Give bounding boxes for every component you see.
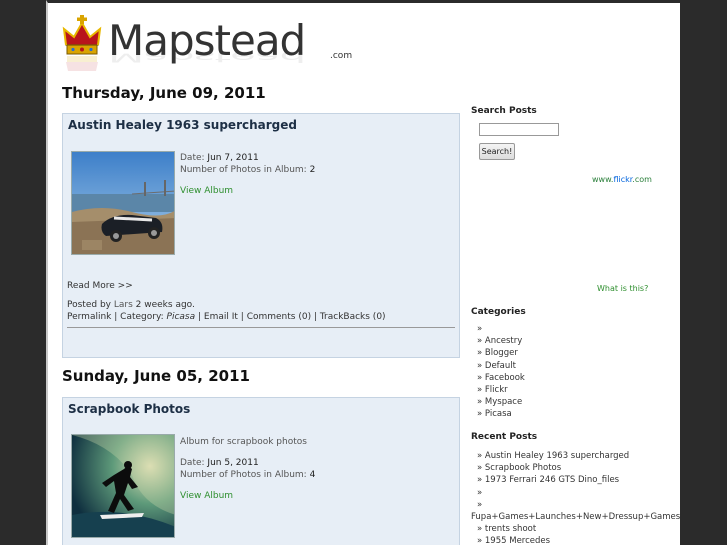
posted-by-label: Posted by [67,300,111,310]
album-meta: Date: Jun 5, 2011 Number of Photos in Al… [180,457,315,481]
album-thumbnail[interactable] [71,151,175,255]
recent-post-item[interactable]: » Austin Healey 1963 supercharged [477,450,680,462]
album-meta: Date: Jun 7, 2011 Number of Photos in Al… [180,152,315,176]
album-thumbnail[interactable] [71,434,175,538]
logo-reflection: Mapstead [108,48,306,66]
crown-icon [62,15,102,77]
recent-post-item[interactable]: Fupa+Games+Launches+New+Dressup+Games+an… [471,511,680,523]
search-button[interactable]: Search! [479,143,515,160]
comments-link[interactable]: Comments (0) [247,312,311,322]
album-date: Jun 7, 2011 [207,153,259,163]
flickr-com: .com [632,175,652,184]
post: Scrapbook Photos Album for scrapbook pho… [62,397,460,545]
read-more-link[interactable]: Read More >> [67,280,133,292]
post-divider [67,327,455,328]
page: Mapstead Mapstead .com Thursday, June 09… [46,0,680,545]
recent-posts-list: » Austin Healey 1963 supercharged » Scra… [471,450,680,545]
category-item[interactable]: » [477,323,525,335]
recent-post-item[interactable]: » [477,487,680,499]
permalink-link[interactable]: Permalink [67,312,111,322]
search-input[interactable] [479,123,559,136]
photos-label: Number of Photos in Album: [180,165,307,175]
post-title[interactable]: Scrapbook Photos [68,402,190,416]
trackbacks-link[interactable]: TrackBacks (0) [320,312,386,322]
date-label: Date: [180,153,205,163]
view-album-link[interactable]: View Album [180,490,233,502]
photos-label: Number of Photos in Album: [180,470,307,480]
date-label: Date: [180,458,205,468]
category-item[interactable]: » Blogger [477,347,525,359]
category-item[interactable]: » Flickr [477,384,525,396]
photo-count: 4 [309,470,316,480]
album-description: Album for scrapbook photos [180,437,307,447]
category-item[interactable]: » Picasa [477,408,525,420]
post-actions: Permalink | Category: Picasa | Email It … [67,312,386,322]
category-item[interactable]: » Default [477,360,525,372]
flickr-www: www. [592,175,614,184]
category-link[interactable]: Picasa [167,312,196,322]
photo-count: 2 [309,165,316,175]
view-album-link[interactable]: View Album [180,185,233,197]
post: Austin Healey 1963 supercharged Date: Ju… [62,113,460,358]
flickr-brand: flickr [613,175,633,184]
category-item[interactable]: » Facebook [477,372,525,384]
email-link[interactable]: Email It [204,312,238,322]
recent-post-item[interactable]: » trents shoot [477,523,680,535]
categories-list: » » Ancestry » Blogger » Default » Faceb… [477,323,525,421]
post-title[interactable]: Austin Healey 1963 supercharged [68,118,297,132]
logo-suffix: .com [330,51,353,61]
day-heading: Thursday, June 09, 2011 [62,84,266,102]
recent-post-item[interactable]: » 1973 Ferrari 246 GTS Dino_files [477,474,680,486]
author-link[interactable]: Lars [114,300,133,310]
recent-post-item[interactable]: » 1955 Mercedes [477,535,680,545]
post-byline: Posted by Lars 2 weeks ago. [67,299,195,311]
categories-heading: Categories [471,307,526,317]
recent-post-item[interactable]: » [477,499,680,511]
album-date: Jun 5, 2011 [207,458,259,468]
flickr-badge[interactable]: www.flickr.com [592,175,652,184]
category-item[interactable]: » Ancestry [477,335,525,347]
what-is-this-link[interactable]: What is this? [597,284,648,293]
category-item[interactable]: » Myspace [477,396,525,408]
search-heading: Search Posts [471,106,537,116]
recent-post-item[interactable]: » Scrapbook Photos [477,462,680,474]
category-label: Category: [120,312,164,322]
recent-posts-heading: Recent Posts [471,432,538,442]
posted-ago: 2 weeks ago. [135,300,195,310]
day-heading: Sunday, June 05, 2011 [62,367,250,385]
